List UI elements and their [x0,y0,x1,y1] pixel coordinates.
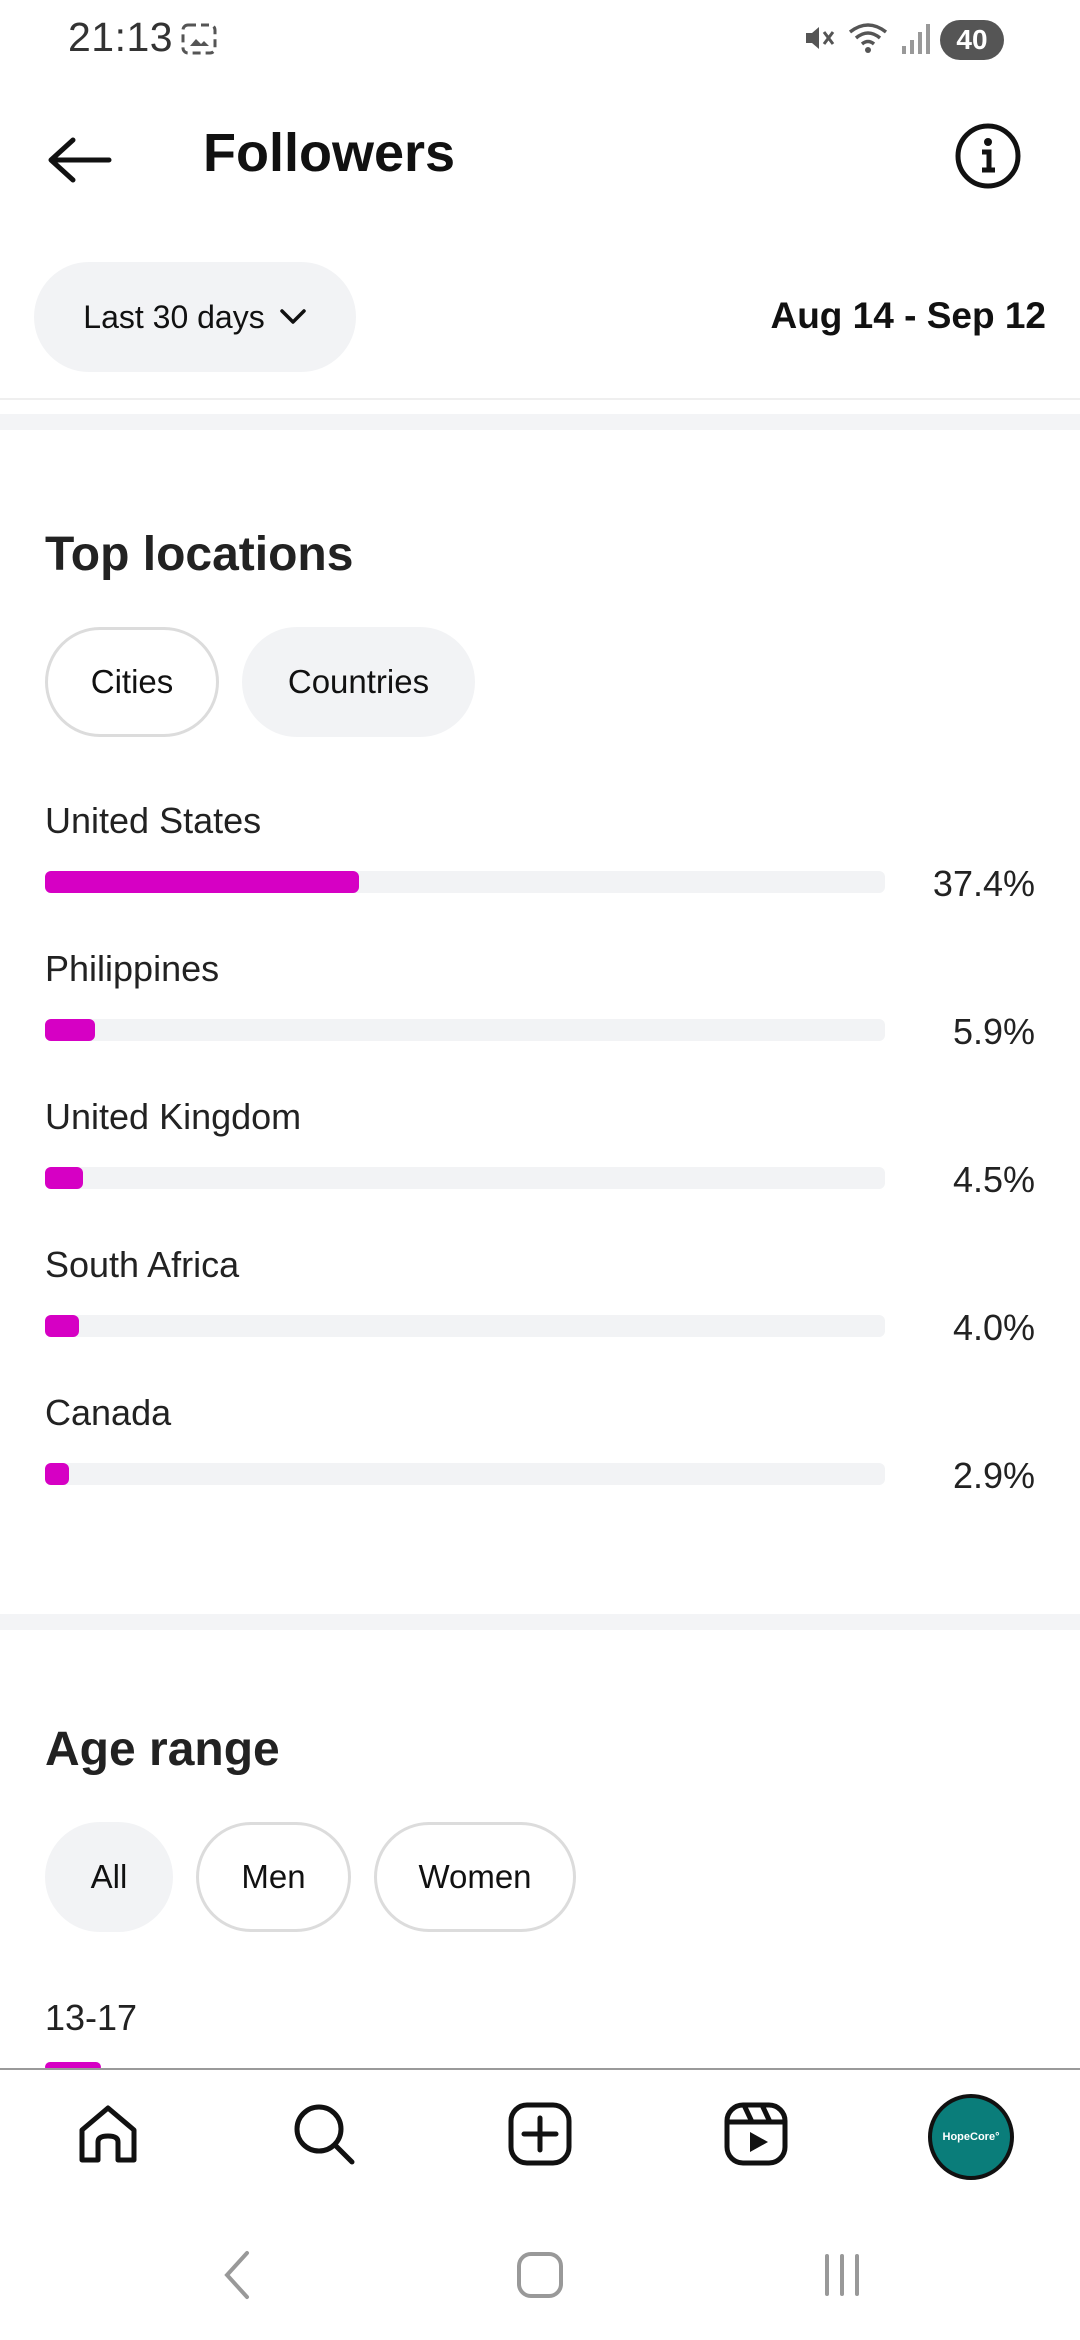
location-label: Philippines [45,948,220,989]
info-icon [955,123,1021,189]
chevron-down-icon [279,309,306,324]
location-bar-fill [45,1019,95,1041]
age-range-title: Age range [45,1723,280,1776]
tab-cities[interactable]: Cities [45,627,219,737]
back-button[interactable] [40,120,120,200]
date-range-dropdown-label: Last 30 days [83,298,265,335]
location-label: Canada [45,1392,172,1433]
back-arrow-icon [48,137,112,183]
mute-icon [800,20,836,61]
status-time: 21:13 [68,14,174,60]
home-icon [79,2105,137,2163]
search-icon [294,2104,355,2165]
create-icon [508,2102,572,2166]
divider [0,398,1080,400]
home-square-icon [517,2252,563,2298]
wifi-icon [846,20,890,61]
tab-cities-label: Cities [90,663,174,700]
page-title: Followers [203,123,456,183]
date-range-text: Aug 14 - Sep 12 [770,295,1046,336]
location-percent: 2.9% [952,1455,1035,1496]
age-label: 13-17 [45,1997,138,2038]
tab-all-label: All [90,1858,128,1895]
location-bar-fill [45,871,360,893]
nav-search[interactable] [284,2094,364,2174]
location-bar-track [45,1019,885,1041]
location-bar-track [45,1167,885,1189]
location-bar-track [45,871,885,893]
system-back-button[interactable] [202,2240,272,2310]
screenshot-icon [180,20,218,58]
tab-countries[interactable]: Countries [242,627,475,737]
section-divider [0,414,1080,430]
status-icons: 40 [800,18,1004,62]
signal-icon [900,20,930,61]
location-label: South Africa [45,1244,240,1285]
location-bar-track [45,1463,885,1485]
date-range-dropdown[interactable]: Last 30 days [34,262,356,372]
nav-reels[interactable] [716,2094,796,2174]
location-percent: 37.4% [932,863,1035,904]
avatar-text: HopeCore° [942,2131,1000,2143]
recents-icon [825,2254,859,2296]
reels-icon [724,2102,788,2166]
system-home-button[interactable] [505,2240,575,2310]
top-locations-title: Top locations [45,528,354,581]
tab-men[interactable]: Men [196,1822,351,1932]
location-bar-track [45,1315,885,1337]
tab-all[interactable]: All [45,1822,173,1932]
location-bar-fill [45,1315,79,1337]
section-divider [0,1614,1080,1630]
tab-women-label: Women [418,1858,532,1895]
system-recents-button[interactable] [807,2240,877,2310]
location-percent: 4.0% [952,1307,1035,1348]
tab-men-label: Men [241,1858,306,1895]
battery-indicator: 40 [940,20,1004,60]
tab-countries-label: Countries [287,663,430,700]
location-percent: 4.5% [952,1159,1035,1200]
profile-avatar[interactable]: HopeCore° [928,2094,1014,2180]
nav-create[interactable] [500,2094,580,2174]
location-percent: 5.9% [952,1011,1035,1052]
tab-women[interactable]: Women [374,1822,576,1932]
location-label: United Kingdom [45,1096,302,1137]
info-button[interactable] [952,120,1024,192]
back-chevron-icon [224,2251,249,2299]
location-label: United States [45,800,262,841]
location-bar-fill [45,1167,83,1189]
nav-home[interactable] [68,2094,148,2174]
location-bar-fill [45,1463,70,1485]
